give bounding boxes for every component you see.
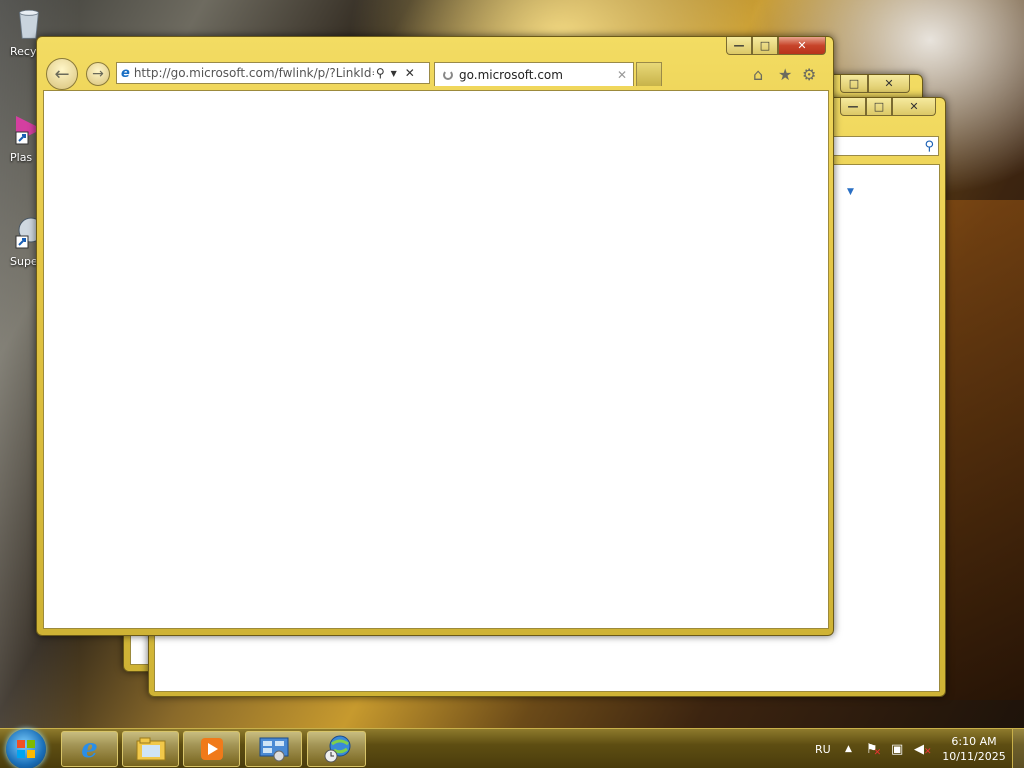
windows-explorer-icon bbox=[136, 737, 165, 761]
window-controls: — □ ✕ bbox=[840, 98, 936, 116]
search-icon[interactable]: ⚲ bbox=[376, 66, 385, 80]
volume-icon[interactable]: ◀ ✕ bbox=[914, 729, 932, 768]
action-center-icon[interactable]: ⚑ ✕ bbox=[866, 729, 881, 768]
media-player-icon bbox=[200, 738, 223, 760]
close-tab-icon[interactable]: ✕ bbox=[617, 68, 627, 82]
close-button[interactable]: ✕ bbox=[778, 37, 826, 55]
network-globe-icon bbox=[324, 735, 350, 763]
language-indicator[interactable]: RU bbox=[815, 729, 831, 768]
speaker-icon: ◀ bbox=[914, 741, 924, 757]
mute-badge-icon: ✕ bbox=[924, 747, 932, 757]
maximize-button[interactable]: □ bbox=[752, 37, 778, 55]
taskbar-internet-explorer[interactable]: e bbox=[61, 731, 118, 767]
search-icon: ⚲ bbox=[924, 138, 934, 154]
window-content bbox=[130, 635, 150, 665]
favorites-star-icon[interactable]: ★ bbox=[778, 65, 792, 84]
maximize-button[interactable]: □ bbox=[866, 98, 892, 116]
address-bar[interactable]: e ⚲ ▼ ✕ bbox=[116, 62, 430, 84]
address-input[interactable] bbox=[133, 66, 374, 80]
internet-explorer-window[interactable]: — □ ✕ ← → e ⚲ ▼ ✕ go.microsoft.com ✕ ⌂ ★… bbox=[36, 36, 834, 636]
error-badge-icon: ✕ bbox=[873, 748, 882, 758]
ie-page-icon: e bbox=[121, 65, 130, 81]
back-icon: ← bbox=[54, 63, 70, 85]
back-button[interactable]: ← bbox=[46, 58, 78, 90]
chevron-up-icon: ▲ bbox=[845, 744, 852, 754]
minimize-button[interactable]: — bbox=[726, 37, 752, 55]
show-hidden-icons-button[interactable]: ▲ bbox=[845, 729, 852, 768]
window-controls: □ ✕ bbox=[840, 75, 910, 93]
taskbar-windows-explorer[interactable] bbox=[122, 731, 179, 767]
loading-icon bbox=[443, 69, 453, 80]
close-button[interactable]: ✕ bbox=[868, 75, 910, 93]
stop-icon[interactable]: ✕ bbox=[405, 66, 415, 80]
new-tab-button[interactable] bbox=[636, 62, 662, 86]
gear-icon[interactable]: ⚙ bbox=[802, 65, 816, 84]
close-button[interactable]: ✕ bbox=[892, 98, 936, 116]
window-controls: — □ ✕ bbox=[726, 37, 826, 55]
show-desktop-button[interactable] bbox=[1012, 729, 1024, 768]
network-icon: ▣ bbox=[891, 741, 904, 757]
windows-logo-icon bbox=[17, 740, 35, 758]
dropdown-icon[interactable]: ▼ bbox=[391, 69, 397, 78]
chevron-down-icon: ▼ bbox=[847, 187, 854, 197]
search-box[interactable]: ⚲ bbox=[829, 136, 939, 156]
clock[interactable]: 6:10 AM 10/11/2025 bbox=[942, 729, 1006, 768]
control-panel-icon bbox=[259, 737, 288, 762]
internet-explorer-icon: e bbox=[81, 734, 98, 764]
language-label: RU bbox=[815, 742, 831, 756]
recycle-bin-icon bbox=[19, 9, 39, 39]
start-button[interactable] bbox=[6, 729, 46, 768]
tab-active[interactable]: go.microsoft.com ✕ bbox=[434, 62, 634, 86]
taskbar: e RU ▲ ⚑ ✕ ▣ ◀ ✕ 6:10 AM 10/11/2025 bbox=[0, 728, 1024, 768]
minimize-button[interactable]: — bbox=[840, 98, 866, 116]
maximize-button[interactable]: □ bbox=[840, 75, 868, 93]
taskbar-network-app[interactable] bbox=[307, 731, 366, 767]
clock-date: 10/11/2025 bbox=[942, 750, 1006, 763]
home-icon[interactable]: ⌂ bbox=[753, 65, 763, 84]
taskbar-control-panel[interactable] bbox=[245, 731, 302, 767]
taskbar-media-player[interactable] bbox=[183, 731, 240, 767]
network-status-icon[interactable]: ▣ bbox=[891, 729, 903, 768]
tab-title: go.microsoft.com bbox=[459, 67, 563, 82]
forward-button[interactable]: → bbox=[86, 62, 110, 86]
page-viewport[interactable] bbox=[43, 90, 829, 629]
forward-icon: → bbox=[92, 66, 104, 82]
clock-time: 6:10 AM bbox=[951, 735, 997, 748]
